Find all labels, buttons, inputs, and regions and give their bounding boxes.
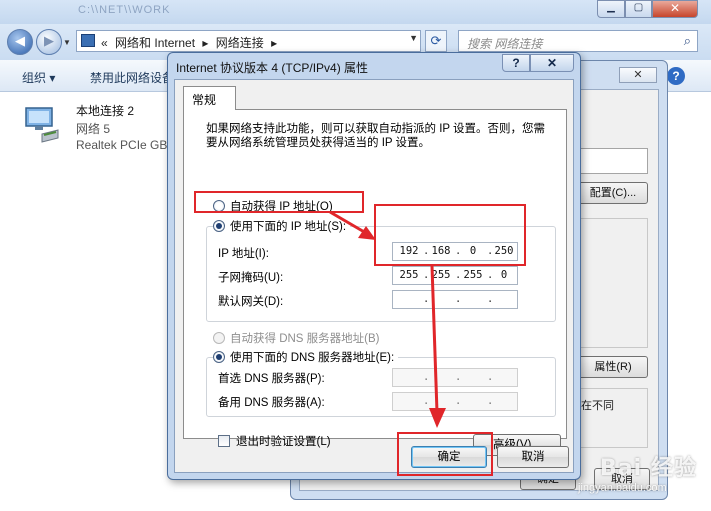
alternate-dns-field[interactable]: . . . <box>392 392 518 411</box>
gateway-dot: . <box>455 293 462 305</box>
breadcrumb-separator[interactable]: ▸ <box>202 36 208 50</box>
minimize-icon: ▁ <box>607 2 615 13</box>
ip-octet: 250 <box>494 245 514 257</box>
description-text: 在不同 <box>581 400 614 412</box>
address-dropdown-icon[interactable]: ▼ <box>409 33 418 43</box>
ok-button[interactable]: 确定 <box>411 446 487 468</box>
validate-settings-label: 退出时验证设置(L) <box>236 436 331 448</box>
connection-network: 网络 5 <box>76 122 111 136</box>
auto-ip-radio-dot <box>213 200 225 212</box>
disable-device-command[interactable]: 禁用此网络设备 <box>90 69 174 86</box>
ip-octet: 192 <box>399 245 419 257</box>
breadcrumb-separator[interactable]: ▸ <box>271 36 277 50</box>
connection-device: Realtek PCIe GBE <box>76 138 176 152</box>
cancel-button[interactable]: 取消 <box>497 446 569 468</box>
dialog-description: 如果网络支持此功能，则可以获取自动指派的 IP 设置。否则，您需要从网络系统管理… <box>206 123 546 149</box>
gateway-dot: . <box>423 293 430 305</box>
breadcrumb-prefix[interactable]: « <box>101 36 108 50</box>
minimize-button[interactable]: ▁ <box>597 0 625 18</box>
description-frame: 在不同 <box>578 388 648 448</box>
gateway-dot: . <box>487 293 494 305</box>
mask-octet: 255 <box>463 269 483 281</box>
mask-octet: 255 <box>431 269 451 281</box>
search-input[interactable]: 搜索 网络连接 ⌕ <box>458 30 698 52</box>
dns-dot: . <box>455 371 462 383</box>
preferred-dns-field[interactable]: . . . <box>392 368 518 387</box>
alternate-dns-label: 备用 DNS 服务器(A): <box>218 397 325 409</box>
validate-checkbox-box <box>218 435 230 447</box>
dialog-close-button[interactable]: ✕ <box>530 54 574 72</box>
tab-general[interactable]: 常规 <box>183 86 236 110</box>
validate-settings-checkbox[interactable]: 退出时验证设置(L) <box>218 433 331 449</box>
close-icon: ✕ <box>669 1 681 15</box>
manual-dns-radio[interactable]: 使用下面的 DNS 服务器地址(E): <box>213 349 399 365</box>
breadcrumb-item-network-connections[interactable]: 网络连接 <box>216 36 264 50</box>
breadcrumb: « 网络和 Internet ▸ 网络连接 ▸ <box>101 34 281 51</box>
close-window-button[interactable]: ✕ <box>652 0 698 18</box>
forward-arrow-icon: ▶ <box>44 33 54 48</box>
mask-octet: 255 <box>399 269 419 281</box>
mask-octet: 0 <box>500 269 508 281</box>
manual-ip-label: 使用下面的 IP 地址(S): <box>230 221 347 233</box>
dns-dot: . <box>487 395 494 407</box>
explorer-titlebar: C:\\NET\\WORK ▁ ▢ ✕ <box>0 0 711 24</box>
maximize-button[interactable]: ▢ <box>625 0 652 18</box>
refresh-icon: ⟳ <box>430 33 442 48</box>
ip-address-field[interactable]: 192 . 168 . 0 . 250 <box>392 242 518 261</box>
refresh-button[interactable]: ⟳ <box>425 30 447 52</box>
tcpipv4-properties-dialog: Internet 协议版本 4 (TCP/IPv4) 属性 ? ✕ 常规 如果网… <box>167 52 581 480</box>
dns-dot: . <box>455 395 462 407</box>
subnet-mask-field[interactable]: 255 . 255 . 255 . 0 <box>392 266 518 285</box>
manual-ip-radio-dot <box>213 220 225 232</box>
auto-ip-radio[interactable]: 自动获得 IP 地址(O) <box>213 198 333 214</box>
gateway-label: 默认网关(D): <box>218 296 284 308</box>
address-bar[interactable]: « 网络和 Internet ▸ 网络连接 ▸ ▼ <box>76 30 421 52</box>
ip-octet: 0 <box>469 245 477 257</box>
back-button[interactable]: ◀ <box>7 29 33 55</box>
auto-ip-label: 自动获得 IP 地址(O) <box>230 201 333 213</box>
dialog-body: 常规 如果网络支持此功能，则可以获取自动指派的 IP 设置。否则，您需要从网络系… <box>174 79 574 473</box>
connection-name: 本地连接 2 <box>76 104 135 118</box>
subnet-mask-label: 子网掩码(U): <box>218 272 284 284</box>
general-tab-panel: 如果网络支持此功能，则可以获取自动指派的 IP 设置。否则，您需要从网络系统管理… <box>183 109 567 456</box>
gateway-field[interactable]: . . . <box>392 290 518 309</box>
search-icon[interactable]: ⌕ <box>684 33 691 49</box>
dns-dot: . <box>487 371 494 383</box>
ip-address-label: IP 地址(I): <box>218 248 269 260</box>
auto-dns-radio[interactable]: 自动获得 DNS 服务器地址(B) <box>213 330 380 346</box>
computer-icon <box>81 34 95 47</box>
dialog-title: Internet 协议版本 4 (TCP/IPv4) 属性 <box>176 61 369 75</box>
connection-cancel-button[interactable]: 取消 <box>594 468 650 490</box>
dns-dot: . <box>423 395 430 407</box>
auto-dns-radio-dot <box>213 332 225 344</box>
dns-dot: . <box>423 371 430 383</box>
forward-button[interactable]: ▶ <box>36 29 62 55</box>
ip-octet: 168 <box>431 245 451 257</box>
preferred-dns-label: 首选 DNS 服务器(P): <box>218 373 325 385</box>
explorer-title: C:\\NET\\WORK <box>78 4 171 16</box>
help-icon[interactable]: ? <box>667 67 685 85</box>
adapter-field <box>578 148 648 174</box>
recent-pages-dropdown-icon[interactable]: ▼ <box>63 38 71 47</box>
breadcrumb-item-network-internet[interactable]: 网络和 Internet <box>115 36 195 50</box>
close-icon: ✕ <box>633 69 643 81</box>
auto-dns-label: 自动获得 DNS 服务器地址(B) <box>230 333 380 345</box>
dialog-help-button[interactable]: ? <box>502 54 530 72</box>
configure-button[interactable]: 配置(C)... <box>578 182 648 204</box>
back-arrow-icon: ◀ <box>15 33 25 48</box>
manual-ip-radio[interactable]: 使用下面的 IP 地址(S): <box>213 218 351 234</box>
search-placeholder: 搜索 网络连接 <box>467 37 543 51</box>
properties-button[interactable]: 属性(R) <box>578 356 648 378</box>
maximize-icon: ▢ <box>633 2 644 13</box>
manual-dns-label: 使用下面的 DNS 服务器地址(E): <box>230 352 395 364</box>
items-list[interactable] <box>578 218 648 348</box>
network-adapter-icon <box>25 107 59 143</box>
organize-menu[interactable]: 组织 ▾ <box>22 69 55 86</box>
manual-dns-radio-dot <box>213 351 225 363</box>
connection-dialog-close-button[interactable]: ✕ <box>619 67 657 83</box>
